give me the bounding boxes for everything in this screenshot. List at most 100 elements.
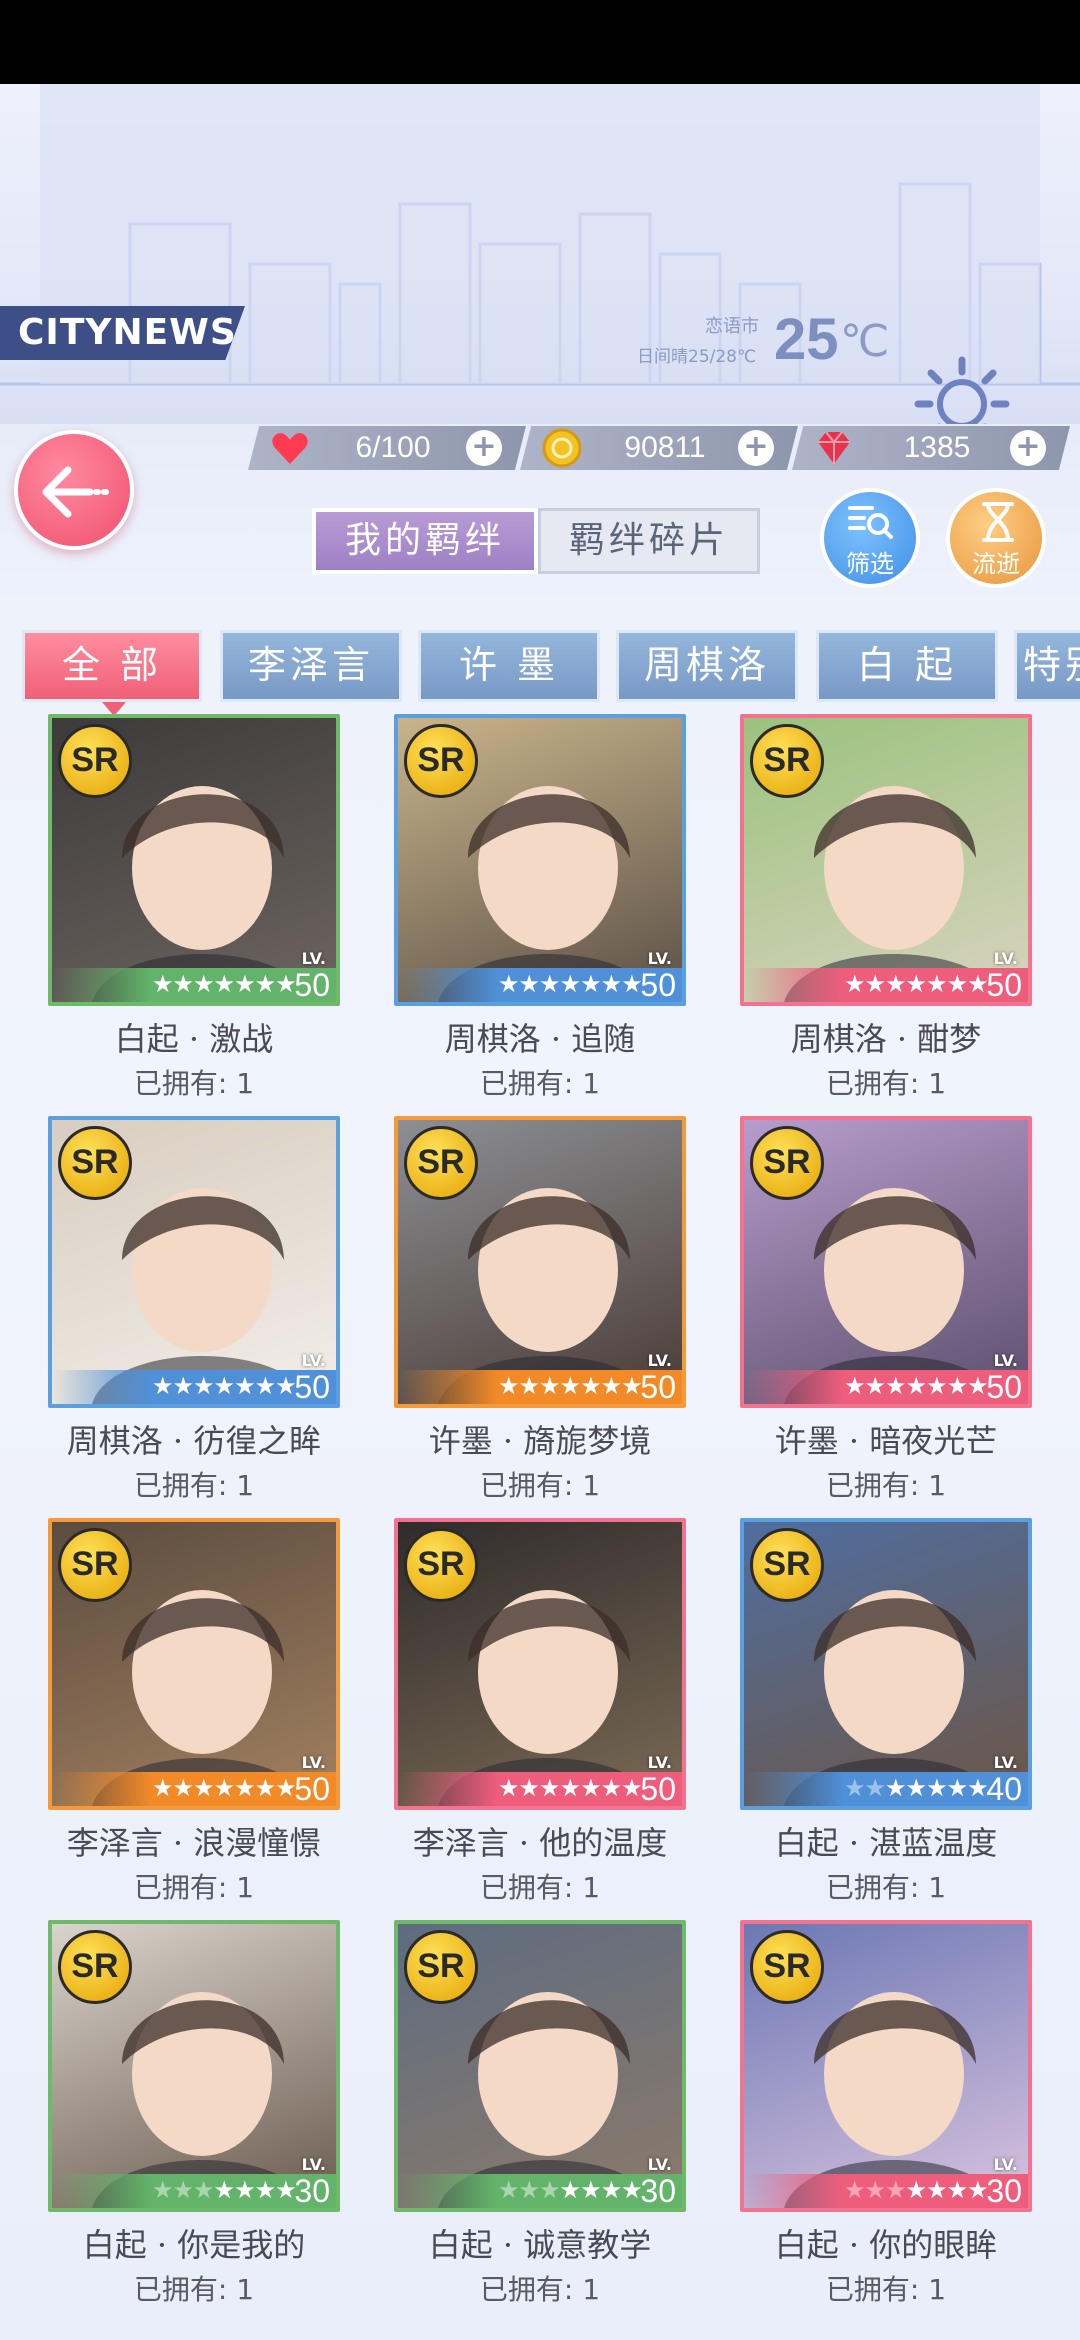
card-item[interactable]: SR ★★★★★★★ LV. 50: [394, 1116, 686, 1408]
rarity-badge: SR: [404, 1930, 478, 2004]
card-owned-count: 已拥有: 1: [479, 2273, 601, 2306]
star-icon: ★: [967, 970, 988, 998]
rarity-badge: SR: [58, 724, 132, 798]
star-icon: ★: [518, 970, 540, 998]
tab-li-zeyan[interactable]: 李泽言: [220, 630, 402, 702]
gem-icon: [814, 428, 854, 468]
card-item[interactable]: SR ★★★★★★★ LV. 50: [394, 1518, 686, 1810]
level-label: LV.: [647, 2155, 672, 2174]
level-value: 30: [986, 2173, 1022, 2209]
add-coins-button[interactable]: +: [738, 430, 774, 466]
tab-all[interactable]: 全 部: [22, 630, 202, 702]
card-name: 李泽言 · 浪漫憧憬: [66, 1824, 322, 1862]
back-button[interactable]: [14, 430, 134, 550]
rarity-badge: SR: [58, 1126, 132, 1200]
rarity-badge: SR: [750, 724, 824, 798]
hearts-value: 6/100: [355, 431, 431, 464]
level-label: LV.: [301, 1753, 326, 1772]
tab-zhou-qiluo[interactable]: 周棋洛: [616, 630, 798, 702]
card-item[interactable]: SR ★★★★★★★ LV. 50: [48, 1518, 340, 1810]
rarity-badge: SR: [750, 1528, 824, 1602]
card-name: 周棋洛 · 彷徨之眸: [66, 1422, 322, 1460]
card-name: 许墨 · 暗夜光芒: [774, 1422, 998, 1460]
star-icon: ★: [926, 970, 947, 998]
gems-counter: 1385 +: [792, 426, 1070, 470]
star-icon: ★: [193, 1372, 214, 1400]
card-item[interactable]: SR ★★★★★★★ LV. 50: [394, 714, 686, 1006]
star-icon: ★: [885, 970, 906, 998]
card-item[interactable]: SR ★★★★★★★ LV. 30: [48, 1920, 340, 2212]
level-label: LV.: [993, 2155, 1018, 2174]
filter-button[interactable]: 筛选: [820, 488, 920, 588]
star-icon: ★: [498, 1774, 519, 1802]
level-value: 40: [986, 1771, 1022, 1807]
star-icon: ★: [172, 2176, 194, 2204]
card-item[interactable]: SR ★★★★★★★ LV. 30: [394, 1920, 686, 2212]
coins-counter: 90811 +: [520, 426, 798, 470]
card-owned-count: 已拥有: 1: [479, 1871, 601, 1904]
star-icon: ★: [254, 1774, 276, 1802]
star-rating: ★★★★★★★: [152, 1372, 297, 1400]
filter-icon: [848, 506, 893, 539]
rarity-badge: SR: [58, 1528, 132, 1602]
star-rating: ★★★★★★★: [152, 970, 297, 998]
add-gems-button[interactable]: +: [1010, 430, 1046, 466]
rarity-badge: SR: [750, 1930, 824, 2004]
star-icon: ★: [580, 970, 601, 998]
card-item[interactable]: SR ★★★★★★★ LV. 50: [48, 714, 340, 1006]
card-item[interactable]: SR ★★★★★★★ LV. 40: [740, 1518, 1032, 1810]
star-icon: ★: [518, 2176, 540, 2204]
tab-special[interactable]: 特别: [1014, 630, 1080, 702]
star-icon: ★: [275, 970, 296, 998]
level-value: 30: [640, 2173, 676, 2209]
star-icon: ★: [885, 2176, 906, 2204]
star-icon: ★: [518, 1372, 540, 1400]
star-icon: ★: [926, 1774, 947, 1802]
level-label: LV.: [647, 1753, 672, 1772]
level-value: 30: [294, 2173, 330, 2209]
level-value: 50: [640, 967, 676, 1003]
card-name: 白起 · 诚意教学: [428, 2226, 652, 2264]
gems-value: 1385: [903, 431, 971, 464]
star-icon: ★: [580, 1774, 601, 1802]
weather-range: 日间晴25/28℃: [637, 347, 757, 367]
tab-bond-fragments[interactable]: 羁绊碎片: [538, 508, 760, 574]
star-icon: ★: [213, 1372, 235, 1400]
card-owned-count: 已拥有: 1: [133, 1469, 255, 1502]
star-rating: ★★★★★★★: [498, 1372, 643, 1400]
tab-bai-qi[interactable]: 白 起: [816, 630, 998, 702]
rarity-badge: SR: [404, 1126, 478, 1200]
star-icon: ★: [498, 970, 519, 998]
level-value: 50: [640, 1369, 676, 1405]
card-item[interactable]: SR ★★★★★★★ LV. 50: [48, 1116, 340, 1408]
star-icon: ★: [193, 2176, 214, 2204]
star-icon: ★: [152, 2176, 173, 2204]
fade-label: 流逝: [972, 550, 1020, 578]
star-icon: ★: [926, 2176, 947, 2204]
card-item[interactable]: SR ★★★★★★★ LV. 50: [740, 714, 1032, 1006]
star-icon: ★: [600, 1774, 622, 1802]
star-icon: ★: [559, 970, 581, 998]
star-icon: ★: [905, 1372, 927, 1400]
fade-button[interactable]: 流逝: [946, 488, 1046, 588]
tab-xu-mo[interactable]: 许 墨: [418, 630, 600, 702]
add-hearts-button[interactable]: +: [466, 430, 502, 466]
level-label: LV.: [993, 1753, 1018, 1772]
star-icon: ★: [213, 1774, 235, 1802]
card-item[interactable]: SR ★★★★★★★ LV. 50: [740, 1116, 1032, 1408]
tab-my-bonds[interactable]: 我的羁绊: [312, 508, 538, 574]
card-owned-count: 已拥有: 1: [825, 1871, 947, 1904]
star-rating: ★★★★★★★: [844, 2176, 989, 2204]
star-icon: ★: [213, 970, 235, 998]
rarity-badge: SR: [750, 1126, 824, 1200]
card-item[interactable]: SR ★★★★★★★ LV. 30: [740, 1920, 1032, 2212]
star-icon: ★: [885, 1774, 906, 1802]
star-icon: ★: [193, 970, 214, 998]
level-label: LV.: [993, 949, 1018, 968]
star-icon: ★: [152, 1774, 173, 1802]
star-icon: ★: [621, 970, 642, 998]
star-icon: ★: [213, 2176, 235, 2204]
card-name: 周棋洛 · 追随: [444, 1020, 636, 1058]
star-icon: ★: [844, 1372, 865, 1400]
star-icon: ★: [559, 1372, 581, 1400]
